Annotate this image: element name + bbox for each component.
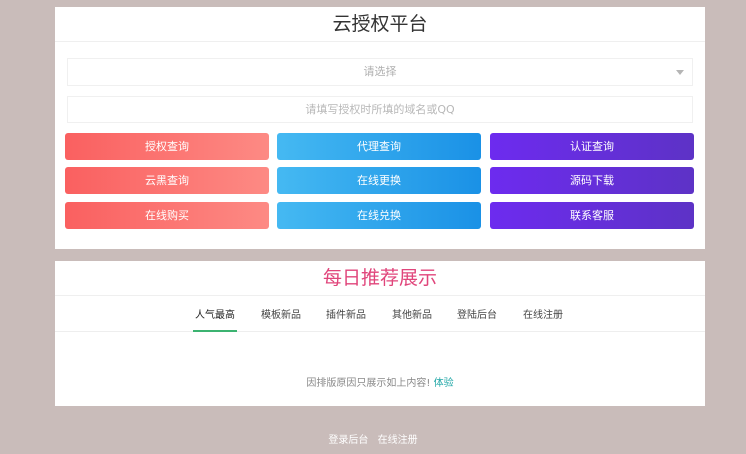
blacklist-query-button[interactable]: 云黑查询 <box>65 167 269 194</box>
tab-new-plugins[interactable]: 插件新品 <box>326 305 366 330</box>
contact-support-button[interactable]: 联系客服 <box>490 202 694 229</box>
footer-register-link[interactable]: 在线注册 <box>378 435 418 446</box>
recommend-card: 每日推荐展示 人气最高 模板新品 插件新品 其他新品 登陆后台 在线注册 因排版… <box>55 261 705 406</box>
tab-new-templates[interactable]: 模板新品 <box>261 305 301 330</box>
recommend-tabs: 人气最高 模板新品 插件新品 其他新品 登陆后台 在线注册 <box>55 305 705 332</box>
footer-links: 登录后台 在线注册 <box>0 431 746 446</box>
auth-card-title: 云授权平台 <box>55 7 705 42</box>
online-change-button[interactable]: 在线更换 <box>277 167 481 194</box>
query-type-select[interactable]: 请选择 <box>67 58 693 86</box>
online-redeem-button[interactable]: 在线兑换 <box>277 202 481 229</box>
tab-online-register[interactable]: 在线注册 <box>523 305 563 330</box>
online-purchase-button[interactable]: 在线购买 <box>65 202 269 229</box>
tab-most-popular[interactable]: 人气最高 <box>193 305 237 332</box>
auth-card: 云授权平台 请选择 授权查询 代理查询 认证查询 云黑查询 在线更换 源码下载 … <box>55 7 705 249</box>
certification-query-button[interactable]: 认证查询 <box>490 133 694 160</box>
auth-query-button[interactable]: 授权查询 <box>65 133 269 160</box>
chevron-down-icon <box>676 70 684 75</box>
layout-notice: 因排版原因只展示如上内容! 体验 <box>55 374 705 389</box>
footer-login-link[interactable]: 登录后台 <box>328 435 368 446</box>
source-download-button[interactable]: 源码下载 <box>490 167 694 194</box>
tab-other-new[interactable]: 其他新品 <box>392 305 432 330</box>
query-type-select-placeholder: 请选择 <box>363 65 397 78</box>
tab-admin-login[interactable]: 登陆后台 <box>457 305 497 330</box>
recommend-card-title: 每日推荐展示 <box>55 261 705 296</box>
agent-query-button[interactable]: 代理查询 <box>277 133 481 160</box>
layout-notice-text: 因排版原因只展示如上内容! <box>306 378 431 389</box>
domain-or-qq-input[interactable] <box>67 96 693 123</box>
experience-link[interactable]: 体验 <box>434 378 454 389</box>
